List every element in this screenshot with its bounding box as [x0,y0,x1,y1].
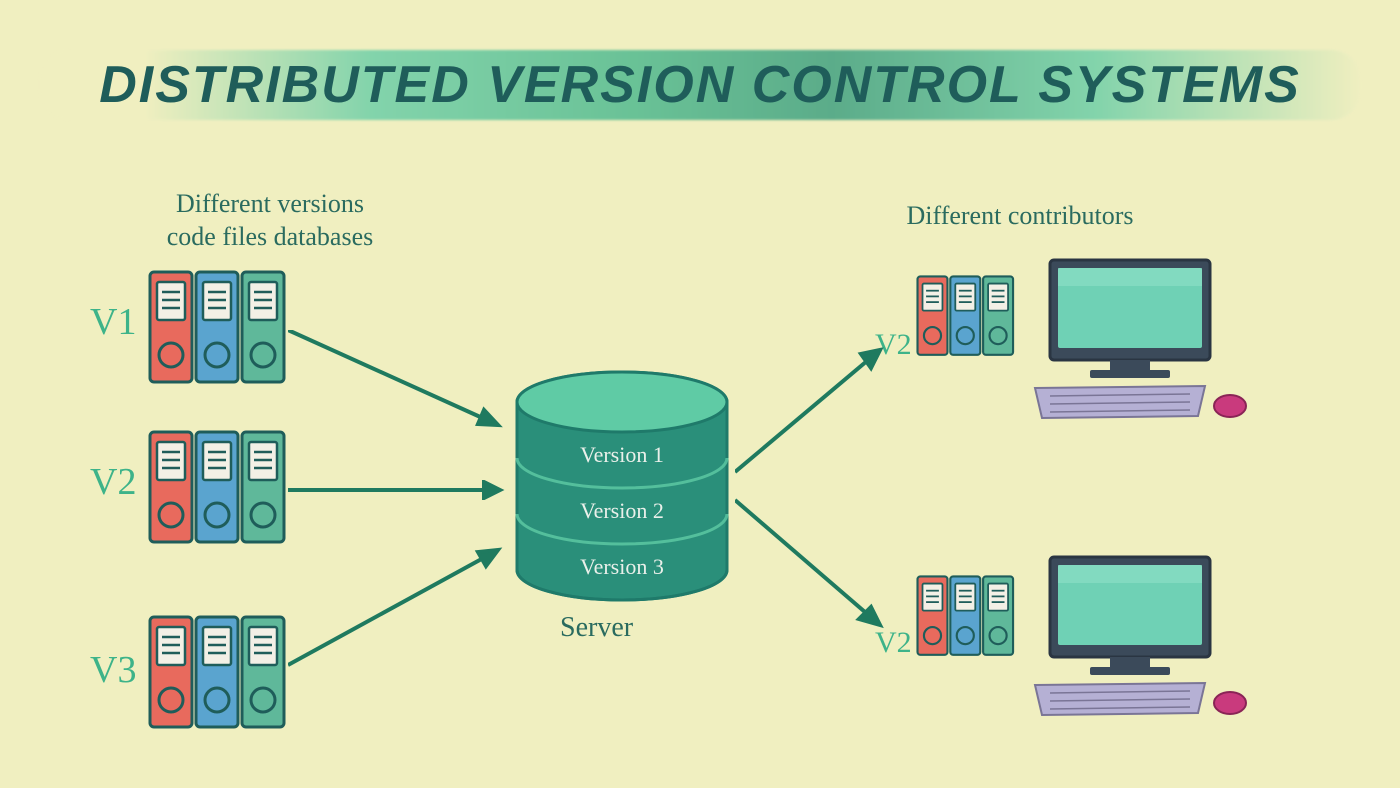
arrow-v2-server [288,480,518,500]
server-slot-2: Version 2 [580,498,664,523]
binders-contrib1 [916,275,1016,357]
label-v2: V2 [90,460,136,504]
arrow-v3-server [288,540,518,670]
label-v1: V1 [90,300,136,344]
subtitle-left-line1: Different versions [176,189,364,218]
title-area: DISTRIBUTED VERSION CONTROL SYSTEMS [69,55,1331,115]
label-v3: V3 [90,648,136,692]
subtitle-contributors: Different contributors [870,200,1170,233]
computer-contrib1 [1030,258,1260,423]
subtitle-left-line2: code files databases [167,222,373,251]
binders-v2 [148,430,288,545]
arrow-server-contrib2 [735,495,895,640]
server-slot-3: Version 3 [580,554,664,579]
binders-v3 [148,615,288,730]
diagram-title: DISTRIBUTED VERSION CONTROL SYSTEMS [69,55,1331,115]
server-label: Server [560,612,633,644]
computer-contrib2 [1030,555,1260,720]
subtitle-versions: Different versions code files databases [120,188,420,253]
binders-contrib2 [916,575,1016,657]
arrow-server-contrib1 [735,342,895,482]
arrow-v1-server [288,330,518,440]
server-slot-1: Version 1 [580,442,664,467]
server-database-icon: Version 1 Version 2 Version 3 [510,370,735,610]
binders-v1 [148,270,288,385]
